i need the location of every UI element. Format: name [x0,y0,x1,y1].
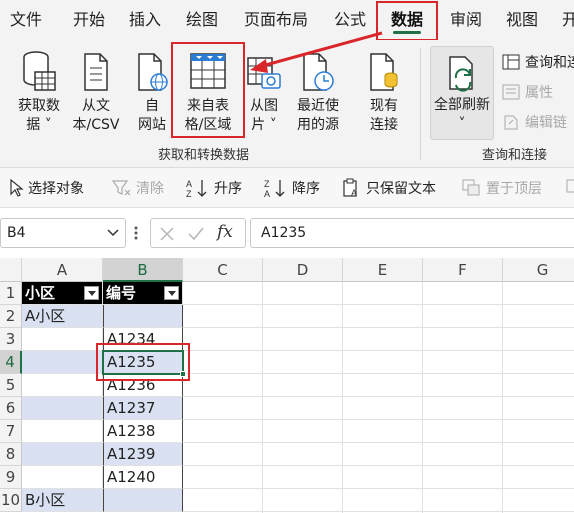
svg-text:Z: Z [264,179,270,189]
filter-dropdown-icon[interactable] [84,286,99,300]
row-header-1[interactable]: 1 [0,282,22,305]
column-header-d[interactable]: D [263,258,343,282]
cell-a7[interactable] [22,420,103,443]
row-header-5[interactable]: 5 [0,374,22,397]
cell-a5[interactable] [22,374,103,397]
cell-b5[interactable]: A1236 [103,374,183,397]
clear-label: 清除 [136,181,164,197]
cell-b8[interactable]: A1239 [103,443,183,466]
overflow-icon [566,179,574,193]
row-header-8[interactable]: 8 [0,443,22,466]
formula-input[interactable]: A1235 [250,218,574,248]
sort-descending-label: 降序 [292,181,320,197]
row-header-7[interactable]: 7 [0,420,22,443]
row-header-2[interactable]: 2 [0,305,22,328]
cell-b2[interactable] [103,305,183,328]
svg-text:A: A [351,188,357,198]
svg-text:Z: Z [186,189,192,198]
cell-b9[interactable]: A1240 [103,466,183,489]
column-header-c[interactable]: C [183,258,263,282]
row-header-6[interactable]: 6 [0,397,22,420]
cell-a6[interactable] [22,397,103,420]
formula-controls: fx [150,218,246,248]
column-header-e[interactable]: E [343,258,423,282]
cell-b3[interactable]: A1234 [103,328,183,351]
insert-function-icon[interactable]: fx [217,222,233,242]
keep-text-only-button[interactable]: A 只保留文本 [342,178,436,198]
cell-a3[interactable] [22,328,103,351]
cell-b7[interactable]: A1238 [103,420,183,443]
more-toolbar-icon[interactable] [566,178,574,196]
clear-button[interactable]: 清除 [112,178,164,198]
cell-a9[interactable] [22,466,103,489]
clear-filter-icon [112,180,131,196]
sort-descending-button[interactable]: ZA 降序 [264,178,320,198]
select-all-corner[interactable] [0,258,22,282]
svg-text:A: A [186,179,192,189]
enter-check-icon[interactable] [187,226,205,242]
cursor-arrow-icon [10,179,24,197]
bring-to-front-button[interactable]: 置于顶层 [462,178,542,198]
column-header-f[interactable]: F [423,258,503,282]
cell-a8[interactable] [22,443,103,466]
quick-toolbar: 选择对象 清除 AZ 升序 ZA 降序 A 只保留文本 置于顶层 [0,168,574,208]
name-box-value: B4 [7,225,26,241]
row-header-10[interactable]: 10 [0,489,22,512]
cell-a4[interactable] [22,351,103,374]
svg-text:A: A [264,189,270,198]
name-box[interactable]: B4 [0,218,126,248]
fill-handle[interactable] [180,371,186,377]
cancel-icon[interactable] [159,226,175,242]
select-objects-button[interactable]: 选择对象 [8,178,84,198]
header-a-label: 小区 [25,284,56,302]
column-header-b[interactable]: B [103,258,183,282]
cell-b6[interactable]: A1237 [103,397,183,420]
cell-a10[interactable]: B小区 [22,489,103,512]
more-options-icon[interactable] [134,226,138,240]
grid-lines [183,282,574,513]
cell-a2[interactable]: A小区 [22,305,103,328]
sort-ascending-icon: AZ [186,179,207,198]
active-cell-border [102,350,184,375]
bring-to-front-icon [462,179,480,196]
formula-bar: B4 fx A1235 [0,208,574,256]
cell-b10[interactable] [103,489,183,512]
row-header-3[interactable]: 3 [0,328,22,351]
keep-text-only-label: 只保留文本 [366,181,436,197]
filter-dropdown-icon[interactable] [164,286,179,300]
sort-ascending-label: 升序 [214,181,242,197]
bring-to-front-label: 置于顶层 [486,181,542,197]
table-header-cell[interactable]: 小区 [22,282,103,305]
row-header-9[interactable]: 9 [0,466,22,489]
chevron-down-icon[interactable] [107,229,119,237]
sort-descending-icon: ZA [264,179,285,198]
sort-ascending-button[interactable]: AZ 升序 [186,178,242,198]
header-b-label: 编号 [106,284,137,302]
column-header-g[interactable]: G [503,258,574,282]
column-header-a[interactable]: A [22,258,103,282]
keep-text-icon: A [343,178,357,198]
table-header-cell[interactable]: 编号 [103,282,183,305]
select-objects-label: 选择对象 [28,181,84,197]
worksheet-grid[interactable]: A B C D E F G 1 2 3 4 5 6 7 8 9 10 小区 编号… [0,258,574,513]
row-header-4[interactable]: 4 [0,351,22,374]
